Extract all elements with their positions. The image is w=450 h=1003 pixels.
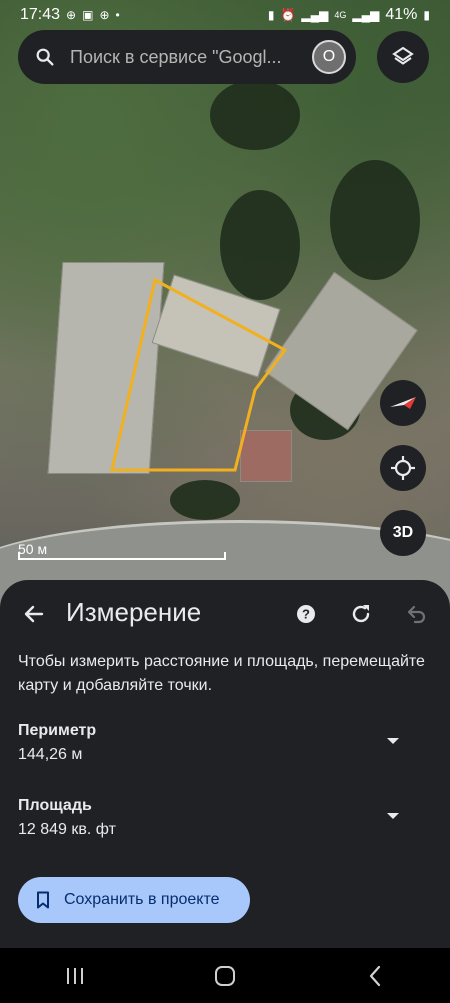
more-notifications-dot-icon: • — [115, 8, 120, 22]
perimeter-label: Периметр — [18, 722, 97, 739]
battery-percentage: 41% — [385, 6, 418, 23]
measurement-outline — [110, 277, 288, 472]
app-notification-icon: ▣ — [82, 8, 94, 22]
home-button[interactable] — [195, 956, 255, 996]
crosshair-icon — [391, 456, 415, 480]
perimeter-units-dropdown-icon[interactable] — [387, 738, 399, 744]
help-button[interactable]: ? — [290, 598, 322, 630]
recent-apps-button[interactable] — [45, 956, 105, 996]
instruction-text: Чтобы измерить расстояние и площадь, пер… — [18, 653, 425, 694]
page-title: Измерение — [66, 597, 202, 627]
scale-bar — [18, 552, 226, 560]
compass-icon — [390, 397, 416, 409]
status-time: 17:43 — [20, 6, 61, 23]
layers-button[interactable] — [377, 31, 429, 83]
battery-saver-icon: ▮ — [267, 8, 275, 22]
back-nav-button[interactable] — [345, 956, 405, 996]
network-type-label: 4G — [334, 9, 347, 20]
bookmark-icon — [37, 891, 49, 909]
3d-toggle-button[interactable]: 3D — [380, 510, 426, 556]
save-to-project-label: Сохранить в проекте — [64, 891, 220, 908]
satellite-map[interactable]: 50 м — [0, 0, 450, 610]
measurement-sheet: Измерение ? Чтобы измерить расстояние и … — [0, 580, 450, 948]
undo-button[interactable] — [400, 598, 432, 630]
help-icon: ? — [297, 605, 315, 623]
signal-icon: ▂▄▆ — [301, 8, 329, 22]
alarm-icon: ⏰ — [280, 8, 296, 22]
search-icon — [36, 48, 54, 66]
redo-button[interactable] — [345, 598, 377, 630]
save-to-project-button[interactable]: Сохранить в проекте — [18, 877, 250, 923]
area-units-dropdown-icon[interactable] — [387, 813, 399, 819]
notification-icon: ⊕ — [66, 8, 77, 22]
notification-icon: ⊕ — [99, 8, 110, 22]
account-avatar[interactable]: О — [312, 40, 346, 74]
system-navigation-bar — [0, 948, 450, 1003]
chevron-left-icon — [369, 965, 381, 986]
recent-apps-icon — [67, 967, 83, 984]
svg-text:?: ? — [302, 607, 310, 622]
search-input[interactable]: Поиск в сервисе "Googl... — [70, 47, 312, 68]
area-value: 12 849 кв. фт — [18, 821, 116, 838]
home-icon — [215, 965, 235, 986]
status-bar: 17:43 ⊕ ▣ ⊕ • ▮ ⏰ ▂▄▆ 4G ▂▄▆ 41% ▮ — [0, 0, 450, 30]
back-button[interactable] — [18, 598, 50, 630]
battery-icon: ▮ — [423, 8, 430, 22]
compass-button[interactable] — [380, 380, 426, 426]
layers-icon — [392, 46, 414, 65]
refresh-icon — [352, 605, 370, 623]
area-label: Площадь — [18, 797, 92, 814]
my-location-button[interactable] — [380, 445, 426, 491]
signal-icon: ▂▄▆ — [352, 8, 380, 22]
search-bar[interactable]: Поиск в сервисе "Googl... О — [18, 30, 356, 84]
undo-icon — [407, 605, 426, 624]
perimeter-value: 144,26 м — [18, 746, 83, 763]
arrow-back-icon — [24, 605, 44, 623]
